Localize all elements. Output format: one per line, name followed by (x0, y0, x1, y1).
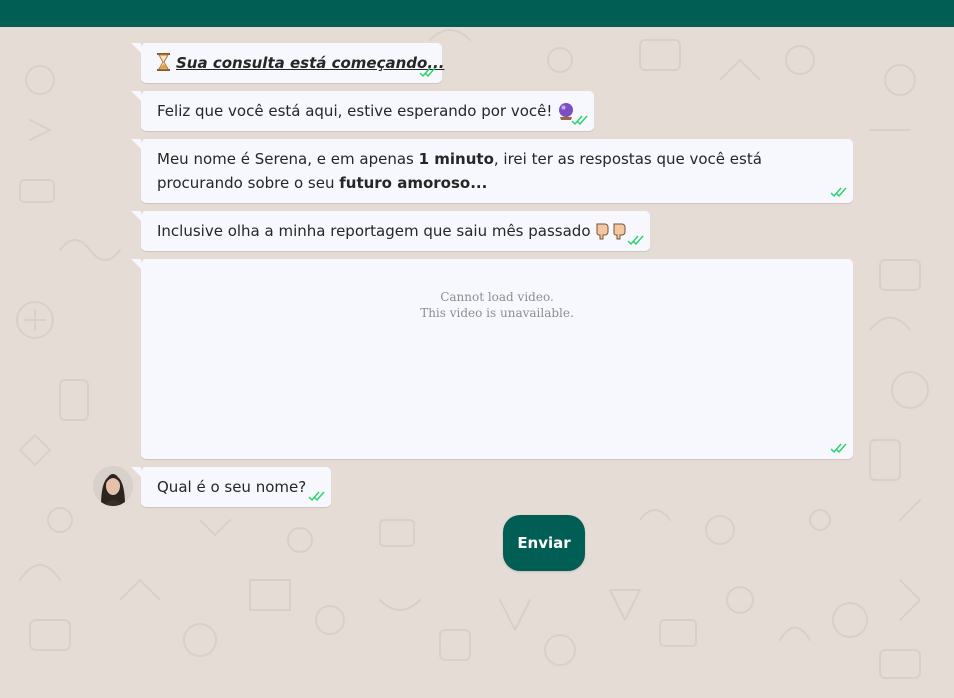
message-text: Qual é o seu nome? (157, 478, 307, 496)
message-text: Feliz que você está aqui, estive esperan… (157, 102, 553, 120)
message-title-text: Sua consulta está começando... (176, 54, 445, 72)
pointing-down-icon (596, 223, 626, 240)
message-text-bold: 1 minuto (418, 150, 494, 168)
read-receipt-icon (627, 235, 644, 246)
hourglass-icon (157, 53, 170, 71)
message-bubble-question: Qual é o seu nome? (131, 467, 331, 507)
message-text: Inclusive olha a minha reportagem que sa… (157, 222, 591, 240)
avatar (93, 466, 133, 506)
avatar-photo (93, 466, 133, 506)
video-player[interactable]: Cannot load video. This video is unavail… (141, 289, 853, 321)
video-error-line: This video is unavailable. (420, 306, 574, 320)
message-text-part: Meu nome é Serena, e em apenas (157, 150, 419, 168)
video-error-line: Cannot load video. (440, 290, 554, 304)
read-receipt-icon (830, 443, 847, 454)
send-button[interactable]: Enviar (503, 515, 585, 571)
message-bubble-title: Sua consulta está começando... (131, 43, 445, 83)
app-header-bar (0, 0, 954, 27)
read-receipt-icon (308, 491, 325, 502)
message-text-bold: futuro amoroso... (339, 174, 488, 192)
read-receipt-icon (830, 187, 847, 198)
read-receipt-icon (419, 67, 436, 78)
message-bubble-intro: Meu nome é Serena, e em apenas 1 minuto,… (131, 139, 853, 203)
message-bubble-welcome: Feliz que você está aqui, estive esperan… (131, 91, 594, 131)
message-bubble-report: Inclusive olha a minha reportagem que sa… (131, 211, 650, 251)
message-bubble-video: Cannot load video. This video is unavail… (131, 259, 853, 459)
read-receipt-icon (571, 115, 588, 126)
